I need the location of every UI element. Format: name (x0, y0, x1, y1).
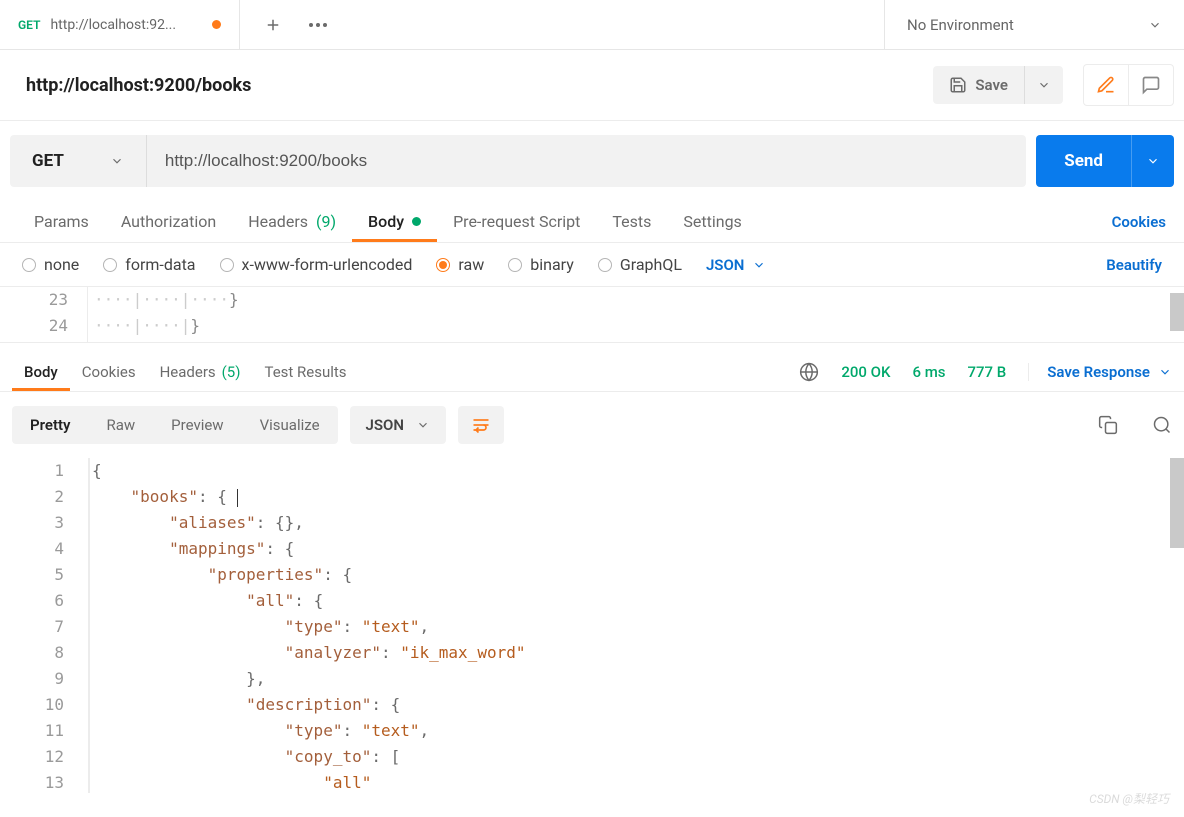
method-select[interactable]: GET (10, 135, 147, 187)
status-size: 777 B (967, 363, 1006, 381)
edit-button[interactable] (1084, 65, 1129, 105)
view-visualize[interactable]: Visualize (242, 406, 338, 444)
cookies-link[interactable]: Cookies (1112, 213, 1166, 231)
scrollbar-thumb[interactable] (1170, 458, 1184, 548)
chevron-down-icon (1037, 78, 1051, 92)
radio-binary[interactable]: binary (508, 255, 574, 274)
tab-method: GET (18, 18, 40, 32)
tab-bar: GET http://localhost:92... No Environmen… (0, 0, 1184, 50)
resp-tab-body[interactable]: Body (12, 353, 70, 391)
request-name: http://localhost:9200/books (26, 75, 251, 96)
search-response-button[interactable] (1152, 415, 1172, 435)
save-response-button[interactable]: Save Response (1028, 363, 1172, 381)
radio-graphql[interactable]: GraphQL (598, 255, 682, 274)
save-label: Save (975, 76, 1008, 94)
environment-label: No Environment (907, 16, 1014, 34)
resp-tab-headers[interactable]: Headers (5) (148, 353, 253, 391)
chevron-down-icon (416, 418, 430, 432)
pencil-icon (1096, 75, 1116, 95)
response-view-row: Pretty Raw Preview Visualize JSON (0, 392, 1184, 458)
wrap-icon (470, 415, 492, 435)
status-code: 200 OK (841, 363, 890, 381)
radio-raw[interactable]: raw (436, 255, 484, 274)
chevron-down-icon (752, 258, 766, 272)
resp-tab-cookies[interactable]: Cookies (70, 353, 148, 391)
tab-title: http://localhost:92... (50, 17, 202, 33)
tab-pre-request-script[interactable]: Pre-request Script (437, 201, 596, 242)
wrap-lines-button[interactable] (458, 406, 504, 444)
chevron-down-icon (1146, 154, 1160, 168)
view-segmented: Pretty Raw Preview Visualize (12, 406, 338, 444)
body-type-row: none form-data x-www-form-urlencoded raw… (0, 243, 1184, 287)
chevron-down-icon (1148, 18, 1162, 32)
url-input[interactable] (147, 135, 1026, 187)
radio-form-data[interactable]: form-data (103, 255, 195, 274)
tab-actions (240, 0, 352, 49)
save-button[interactable]: Save (933, 66, 1024, 104)
save-button-group: Save (933, 66, 1063, 104)
chevron-down-icon (1158, 365, 1172, 379)
request-body-editor[interactable]: 23····|····|····}24····|····|} (0, 287, 1184, 343)
tab-tests[interactable]: Tests (596, 201, 667, 242)
method-url-group: GET (10, 135, 1026, 187)
tab-params[interactable]: Params (18, 201, 105, 242)
view-raw[interactable]: Raw (88, 406, 153, 444)
tab-headers[interactable]: Headers (9) (232, 201, 352, 242)
copy-response-button[interactable] (1098, 415, 1118, 435)
url-row: GET Send (0, 121, 1184, 201)
more-tabs-button[interactable] (308, 22, 328, 28)
view-preview[interactable]: Preview (153, 406, 241, 444)
beautify-button[interactable]: Beautify (1106, 256, 1162, 274)
resp-tab-test-results[interactable]: Test Results (252, 353, 358, 391)
method-label: GET (32, 151, 64, 171)
response-language-select[interactable]: JSON (350, 406, 446, 444)
response-tabs: Body Cookies Headers (5) Test Results 20… (0, 343, 1184, 392)
tab-settings[interactable]: Settings (667, 201, 757, 242)
save-icon (949, 76, 967, 94)
send-button[interactable]: Send (1036, 135, 1131, 187)
right-actions (1083, 64, 1174, 106)
environment-selector[interactable]: No Environment (884, 0, 1184, 49)
radio-none[interactable]: none (22, 255, 79, 274)
send-group: Send (1036, 135, 1174, 187)
request-tab[interactable]: GET http://localhost:92... (0, 0, 240, 49)
response-body-viewer[interactable]: 1{2 "books": {3 "aliases": {},4 "mapping… (0, 458, 1184, 793)
body-indicator-icon (412, 217, 421, 226)
globe-icon[interactable] (799, 362, 819, 382)
scrollbar-thumb[interactable] (1170, 293, 1184, 331)
body-language-select[interactable]: JSON (706, 256, 766, 274)
view-pretty[interactable]: Pretty (12, 406, 88, 444)
status-time: 6 ms (912, 363, 945, 381)
watermark: CSDN @梨轻巧 (1089, 790, 1169, 807)
chevron-down-icon (110, 154, 124, 168)
request-header: http://localhost:9200/books Save (0, 50, 1184, 121)
tab-body[interactable]: Body (352, 201, 437, 242)
radio-x-www-form-urlencoded[interactable]: x-www-form-urlencoded (220, 255, 413, 274)
comment-icon (1141, 75, 1161, 95)
new-tab-button[interactable] (264, 16, 282, 34)
unsaved-dot-icon (212, 20, 221, 29)
send-dropdown[interactable] (1131, 135, 1174, 187)
request-tabs: Params Authorization Headers (9) Body Pr… (0, 201, 1184, 243)
tab-authorization[interactable]: Authorization (105, 201, 232, 242)
save-dropdown[interactable] (1024, 66, 1063, 104)
comment-button[interactable] (1129, 65, 1173, 105)
